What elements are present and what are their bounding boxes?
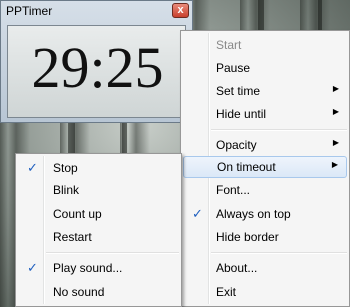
- timer-window[interactable]: PPTimer x 29:25: [0, 0, 193, 123]
- title-bar[interactable]: PPTimer x: [1, 1, 192, 21]
- menu-item-label: Blink: [53, 183, 80, 197]
- menu-item-always-on-top[interactable]: ✓ Always on top: [183, 203, 347, 225]
- menu-item-label: About...: [216, 261, 258, 275]
- menu-item-label: Opacity: [216, 138, 257, 152]
- submenu-arrow-icon: ▶: [332, 84, 339, 93]
- timer-display: 29:25: [7, 25, 186, 118]
- menu-item-label: Restart: [53, 230, 92, 244]
- menu-item-label: Set time: [216, 84, 261, 98]
- menu-item-set-time[interactable]: Set time ▶: [183, 80, 347, 102]
- submenu-item-no-sound[interactable]: No sound: [18, 281, 179, 303]
- menu-item-label: Hide until: [216, 107, 267, 121]
- menu-separator: [211, 129, 347, 131]
- close-icon: x: [177, 4, 184, 16]
- checkmark-icon: ✓: [27, 160, 38, 175]
- submenu-item-play-sound[interactable]: ✓ Play sound...: [18, 257, 179, 279]
- close-button[interactable]: x: [172, 3, 189, 18]
- menu-item-label: Play sound...: [53, 261, 123, 275]
- menu-item-label: Start: [216, 38, 242, 52]
- submenu-item-stop[interactable]: ✓ Stop: [18, 157, 179, 179]
- submenu-arrow-icon: ▶: [332, 138, 339, 147]
- checkmark-icon: ✓: [27, 260, 38, 275]
- menu-item-font[interactable]: Font...: [183, 179, 347, 201]
- menu-item-hide-until[interactable]: Hide until ▶: [183, 103, 347, 125]
- menu-item-label: Font...: [216, 183, 251, 197]
- submenu-item-blink[interactable]: Blink: [18, 179, 179, 201]
- menu-item-exit[interactable]: Exit: [183, 281, 347, 303]
- context-menu: Start Pause Set time ▶ Hide until ▶ Opac…: [180, 30, 350, 307]
- menu-item-label: No sound: [53, 285, 105, 299]
- checkmark-icon: ✓: [192, 206, 203, 221]
- menu-item-label: On timeout: [217, 160, 276, 174]
- menu-item-hide-border[interactable]: Hide border: [183, 226, 347, 248]
- menu-item-label: Always on top: [216, 207, 291, 221]
- menu-item-about[interactable]: About...: [183, 257, 347, 279]
- window-title: PPTimer: [6, 4, 53, 18]
- countdown-time: 29:25: [31, 35, 164, 100]
- menu-item-label: Hide border: [216, 230, 279, 244]
- menu-item-on-timeout[interactable]: On timeout ▶: [183, 156, 347, 178]
- menu-item-label: Exit: [216, 285, 237, 299]
- menu-item-opacity[interactable]: Opacity ▶: [183, 134, 347, 156]
- submenu-item-restart[interactable]: Restart: [18, 226, 179, 248]
- submenu-arrow-icon: ▶: [331, 160, 338, 169]
- on-timeout-submenu: ✓ Stop Blink Count up Restart ✓ Play sou…: [15, 153, 182, 307]
- menu-separator: [211, 252, 347, 254]
- menu-item-label: Stop: [53, 161, 78, 175]
- menu-item-start[interactable]: Start: [183, 34, 347, 56]
- menu-separator: [46, 252, 179, 254]
- menu-item-pause[interactable]: Pause: [183, 57, 347, 79]
- menu-item-label: Pause: [216, 61, 251, 75]
- submenu-arrow-icon: ▶: [332, 107, 339, 116]
- menu-item-label: Count up: [53, 207, 102, 221]
- submenu-item-count-up[interactable]: Count up: [18, 203, 179, 225]
